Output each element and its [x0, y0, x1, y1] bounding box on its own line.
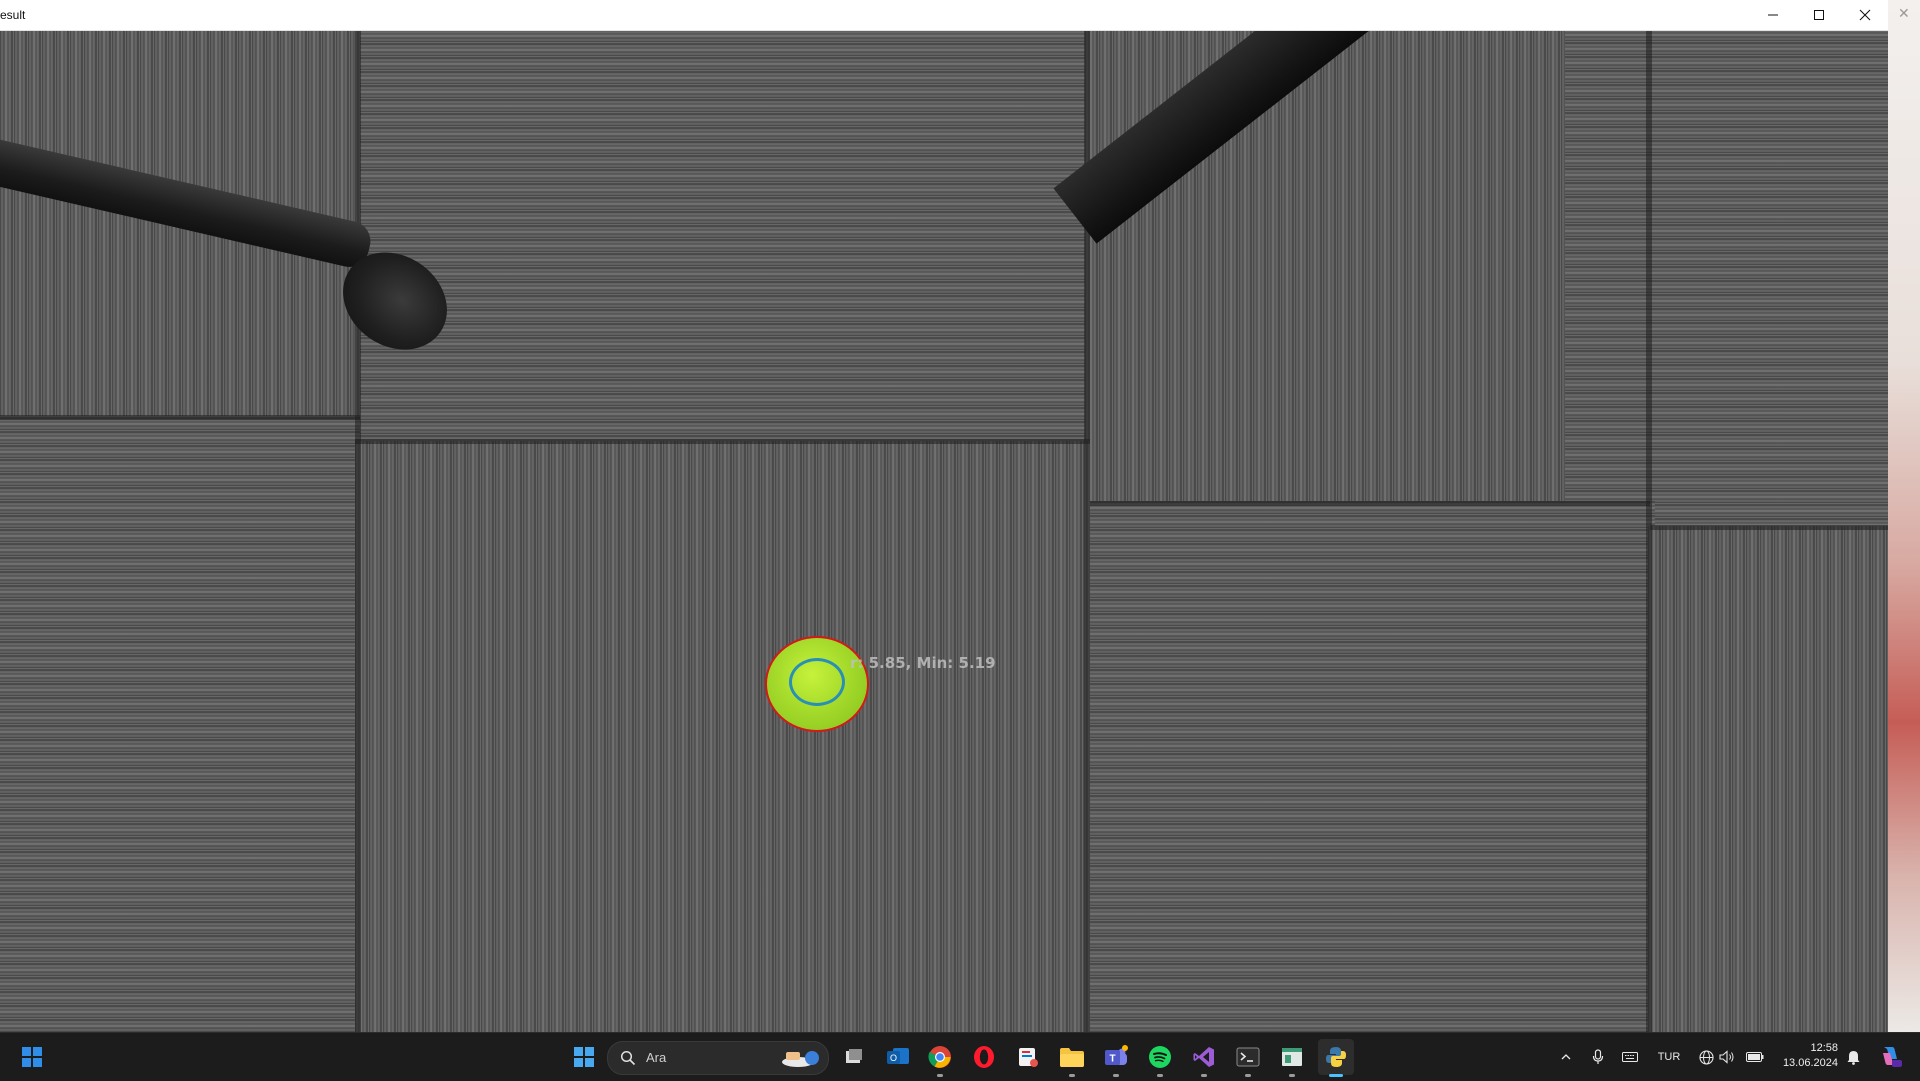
taskbar-start-center[interactable] [566, 1039, 602, 1075]
globe-icon [1698, 1049, 1714, 1065]
search-placeholder: Ara [646, 1050, 667, 1065]
carpet-tile [1085, 31, 1575, 511]
search-icon [620, 1050, 636, 1066]
taskbar-search-box[interactable]: Ara [607, 1041, 829, 1075]
task-view-icon [846, 1049, 862, 1063]
keyboard-icon [1622, 1052, 1638, 1062]
window-title: result [0, 8, 26, 22]
notifications-button[interactable] [1845, 1047, 1861, 1067]
running-indicator [1245, 1074, 1251, 1077]
search-highlight-icon [782, 1051, 819, 1067]
spotify-icon [1149, 1046, 1171, 1068]
svg-text:T: T [1109, 1054, 1115, 1065]
maximize-button[interactable] [1796, 0, 1842, 30]
carpet-tile [1648, 526, 1888, 1032]
outlook-icon: O [887, 1048, 909, 1064]
taskbar-app-outlook[interactable]: O [880, 1039, 916, 1075]
taskbar-app-notepad[interactable] [1274, 1039, 1310, 1077]
running-indicator [1113, 1074, 1119, 1077]
fitted-ellipse [789, 658, 845, 706]
desktop-background-strip: ✕ [1888, 0, 1920, 1032]
window-app-icon [1282, 1048, 1302, 1066]
battery-charging-icon [1746, 1052, 1764, 1062]
running-indicator [1289, 1074, 1295, 1077]
carpet-tile [360, 31, 1090, 476]
chevron-up-icon [1561, 1054, 1571, 1060]
camera-frame: r: 5.85, Min: 5.19 [0, 31, 1888, 1032]
tile-seam [355, 439, 1090, 444]
taskbar-app-file-explorer[interactable] [1054, 1039, 1090, 1077]
taskbar-app-terminal[interactable] [1230, 1039, 1266, 1077]
tile-seam [1090, 501, 1650, 506]
microphone-icon [1592, 1049, 1604, 1064]
background-window-close-icon[interactable]: ✕ [1898, 6, 1910, 22]
window-titlebar[interactable]: result [0, 0, 1888, 31]
running-indicator [1201, 1074, 1207, 1077]
carpet-tile [0, 416, 360, 1032]
taskbar-app-python[interactable] [1318, 1039, 1354, 1077]
snipping-tool-icon [1019, 1048, 1038, 1067]
tile-seam [355, 31, 361, 1032]
running-indicator [1157, 1074, 1163, 1077]
microphone-button[interactable] [1590, 1047, 1606, 1067]
taskbar-app-opera[interactable] [966, 1039, 1002, 1075]
show-hidden-icons-button[interactable] [1558, 1047, 1574, 1067]
carpet-tile [355, 441, 1090, 1032]
active-indicator [1329, 1074, 1343, 1077]
minimize-button[interactable] [1750, 0, 1796, 30]
taskbar-app-spotify[interactable] [1142, 1039, 1178, 1077]
clock[interactable]: 12:58 13.06.2024 [1774, 1041, 1838, 1071]
copilot-button[interactable] [1877, 1043, 1903, 1069]
battery-button[interactable] [1745, 1047, 1765, 1067]
tile-seam [0, 415, 360, 420]
carpet-tile [1090, 501, 1655, 1032]
copilot-icon [1883, 1047, 1902, 1067]
close-icon [1859, 9, 1871, 21]
taskbar-app-teams[interactable]: T [1098, 1039, 1134, 1077]
touch-keyboard-button[interactable] [1621, 1047, 1639, 1067]
chrome-icon [928, 1046, 951, 1068]
taskbar: Ara O T TUR 12:58 13.06.2024 [0, 1032, 1920, 1081]
terminal-icon [1236, 1047, 1260, 1067]
detection-readout: r: 5.85, Min: 5.19 [850, 654, 996, 672]
taskbar-app-visual-studio[interactable] [1186, 1039, 1222, 1077]
running-indicator [1069, 1074, 1075, 1077]
volume-button[interactable] [1718, 1047, 1736, 1067]
carpet-tile [1565, 31, 1888, 531]
svg-text:O: O [890, 1053, 897, 1063]
windows-logo-icon [22, 1047, 42, 1067]
tile-seam [1646, 31, 1652, 1032]
minimize-icon [1768, 14, 1778, 16]
close-button[interactable] [1842, 0, 1888, 30]
visual-studio-icon [1193, 1047, 1214, 1067]
bell-icon [1847, 1050, 1859, 1065]
input-language-button[interactable]: TUR [1654, 1047, 1684, 1067]
taskbar-app-chrome[interactable] [922, 1039, 958, 1077]
start-button[interactable] [14, 1039, 50, 1075]
windows-logo-icon [574, 1047, 594, 1067]
python-icon [1326, 1047, 1346, 1067]
speaker-icon [1719, 1050, 1734, 1064]
task-view-button[interactable] [836, 1039, 872, 1075]
clock-date: 13.06.2024 [1782, 1057, 1838, 1069]
opera-icon [974, 1046, 994, 1068]
network-button[interactable] [1697, 1047, 1715, 1067]
folder-icon [1060, 1048, 1084, 1067]
tile-seam [1650, 525, 1888, 530]
teams-icon: T [1105, 1045, 1128, 1065]
running-indicator [937, 1074, 943, 1077]
maximize-icon [1814, 10, 1824, 20]
clock-time: 12:58 [1810, 1042, 1838, 1054]
taskbar-app-snipping-tool[interactable] [1010, 1039, 1046, 1075]
